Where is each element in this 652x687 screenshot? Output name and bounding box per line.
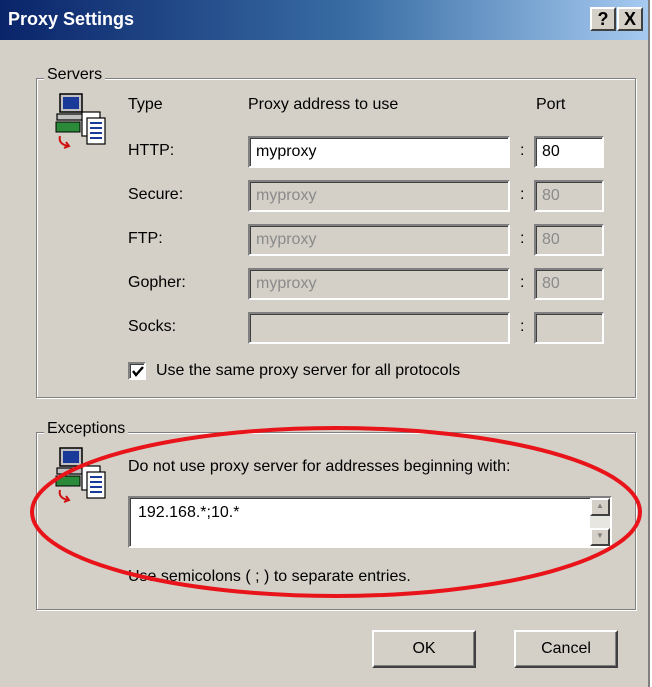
scroll-up-icon[interactable]: ▲: [590, 498, 610, 516]
ftp-address-input[interactable]: myproxy: [248, 224, 510, 256]
http-label: HTTP:: [128, 142, 175, 159]
header-type: Type: [128, 96, 163, 113]
ftp-port-input[interactable]: 80: [534, 224, 604, 256]
http-address-input[interactable]: myproxy: [248, 136, 510, 168]
secure-label: Secure:: [128, 186, 184, 203]
help-button[interactable]: ?: [590, 7, 616, 31]
http-colon: :: [520, 142, 525, 159]
close-button[interactable]: X: [617, 7, 643, 31]
exceptions-scrollbar[interactable]: ▲ ▼: [590, 498, 610, 546]
exceptions-legend: Exceptions: [44, 420, 129, 438]
header-port: Port: [536, 96, 566, 113]
exceptions-textarea[interactable]: 192.168.*;10.* ▲ ▼: [128, 496, 612, 548]
gopher-label: Gopher:: [128, 274, 186, 291]
ftp-label: FTP:: [128, 230, 163, 247]
ftp-colon: :: [520, 230, 525, 247]
gopher-port-input[interactable]: 80: [534, 268, 604, 300]
servers-legend: Servers: [44, 66, 106, 84]
proxy-settings-dialog: Proxy Settings ? X Servers Type Proxy ad…: [0, 0, 650, 687]
secure-address-input[interactable]: myproxy: [248, 180, 510, 212]
gopher-address-input[interactable]: myproxy: [248, 268, 510, 300]
socks-address-input[interactable]: [248, 312, 510, 344]
title-bar[interactable]: Proxy Settings ? X: [0, 0, 648, 40]
exceptions-hint: Use semicolons ( ; ) to separate entries…: [128, 568, 411, 585]
socks-label: Socks:: [128, 318, 177, 335]
same-proxy-label[interactable]: Use the same proxy server for all protoc…: [156, 362, 460, 380]
computer-documents-icon: [54, 92, 108, 150]
socks-port-input[interactable]: [534, 312, 604, 344]
header-proxy-address: Proxy address to use: [248, 96, 399, 113]
exceptions-description: Do not use proxy server for addresses be…: [128, 458, 511, 475]
checkmark-icon: [132, 366, 144, 377]
same-proxy-checkbox[interactable]: [128, 362, 146, 380]
computer-documents-icon: [54, 446, 108, 504]
cancel-button[interactable]: Cancel: [514, 630, 618, 668]
dialog-title: Proxy Settings: [8, 9, 135, 29]
scroll-down-icon[interactable]: ▼: [590, 528, 610, 546]
http-port-input[interactable]: 80: [534, 136, 604, 168]
exceptions-value: 192.168.*;10.*: [138, 504, 240, 521]
ok-button[interactable]: OK: [372, 630, 476, 668]
secure-colon: :: [520, 186, 525, 203]
gopher-colon: :: [520, 274, 525, 291]
socks-colon: :: [520, 318, 525, 335]
secure-port-input[interactable]: 80: [534, 180, 604, 212]
